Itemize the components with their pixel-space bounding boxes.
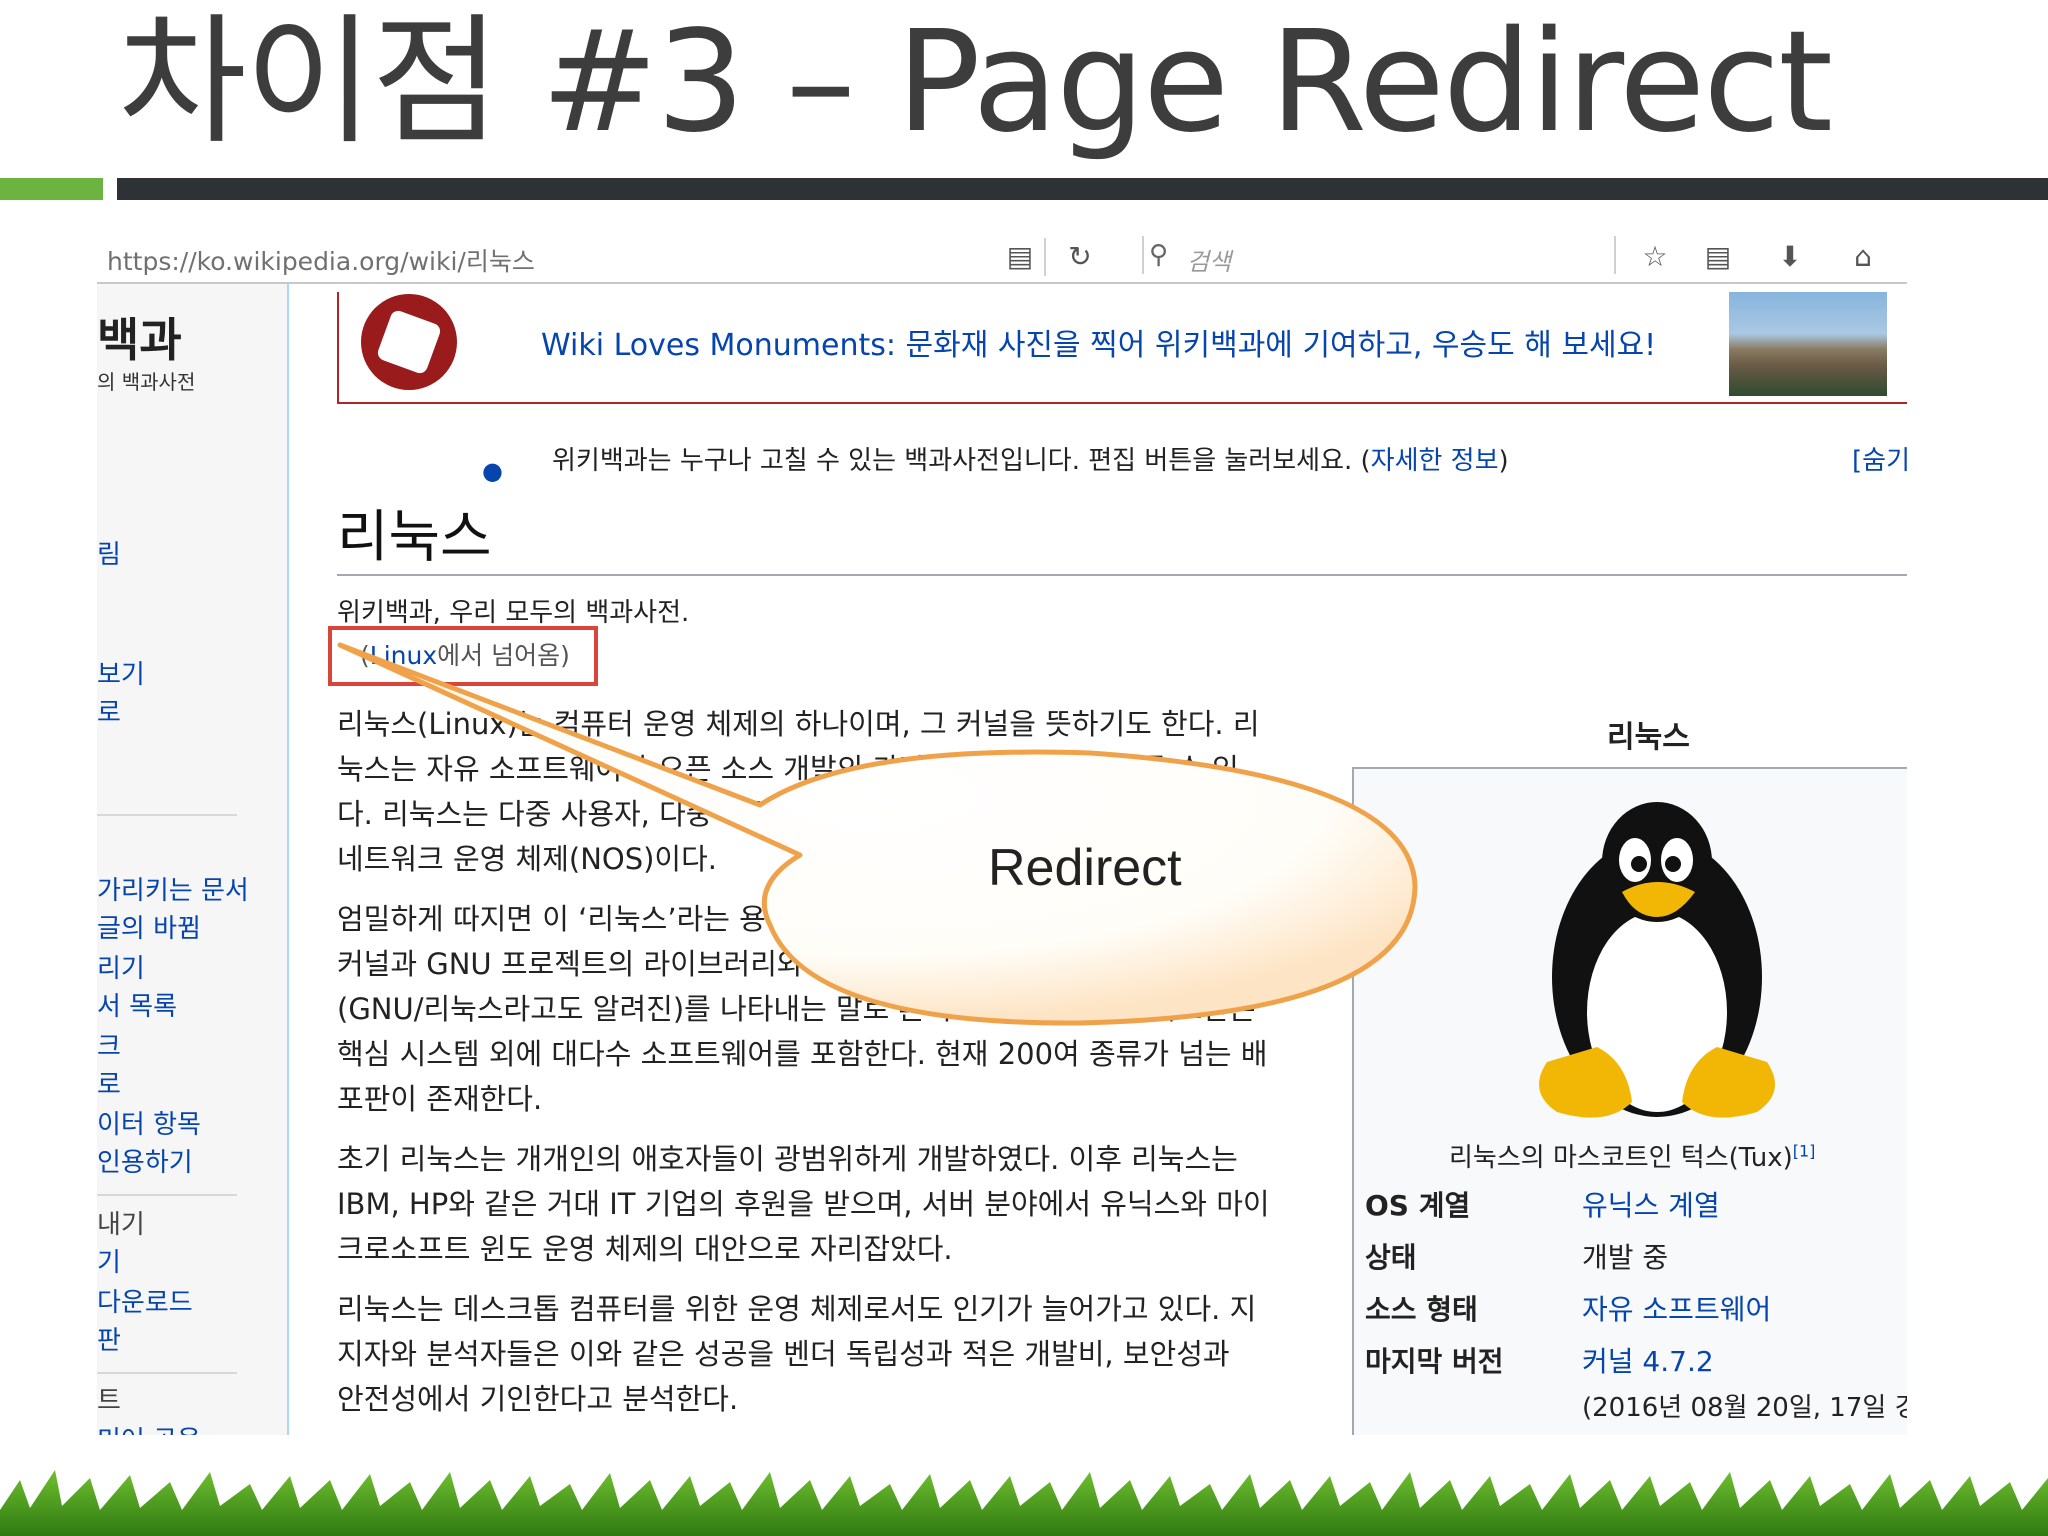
infobox-key: 소스 형태 — [1365, 1293, 1478, 1326]
castle-photo — [1729, 292, 1887, 396]
sidebar-item[interactable]: 리기 — [97, 948, 145, 985]
sidebar-divider — [97, 1372, 237, 1374]
infobox-key: OS 계열 — [1365, 1189, 1471, 1222]
sidebar-item[interactable]: 가리키는 문서 — [97, 870, 249, 907]
article-line: IBM, HP와 같은 거대 IT 기업의 후원을 받으며, 서버 분야에서 유… — [337, 1187, 1270, 1221]
article-line: 초기 리눅스는 개개인의 애호자들이 광범위하게 개발하였다. 이후 리눅스는 — [337, 1142, 1238, 1176]
grass-footer-decoration — [0, 1470, 2048, 1536]
notice-more-info-link[interactable]: 자세한 정보 — [1371, 446, 1499, 476]
reference-link[interactable]: [1] — [1793, 1141, 1816, 1160]
notice-hide-link[interactable]: [숨기 — [1852, 440, 1907, 477]
search-input[interactable]: 검색 — [1187, 242, 1231, 277]
wiki-logo[interactable]: 백과 — [97, 304, 182, 370]
page-title: 리눅스 — [337, 505, 492, 570]
sidebar-item[interactable]: 판 — [97, 1320, 121, 1357]
infobox-value[interactable]: 유닉스 계열 — [1582, 1184, 1720, 1224]
home-icon[interactable]: ⌂ — [1845, 240, 1881, 274]
sidebar-item[interactable]: 미어 공용 — [97, 1420, 201, 1435]
bullet-icon: ● — [482, 457, 503, 485]
wiki-loves-monuments-banner[interactable]: Wiki Loves Monuments: 문화재 사진을 찍어 위키백과에 기… — [337, 292, 1907, 404]
tux-penguin-image[interactable] — [1517, 792, 1797, 1132]
monuments-logo-icon — [361, 294, 457, 390]
sidebar-divider — [97, 1194, 237, 1196]
article-line: 안전성에서 기인한다고 분석한다. — [337, 1382, 739, 1416]
title-rule — [337, 574, 1907, 576]
infobox-key: 상태 — [1365, 1241, 1417, 1274]
infobox-release-date: (2016년 08월 20일, 17일 경 — [1582, 1393, 1907, 1423]
infobox-value: 개발 중 — [1582, 1241, 1669, 1274]
wiki-logo-subtitle: 의 백과사전 — [97, 370, 196, 394]
toolbar-separator — [1044, 238, 1046, 276]
infobox-value[interactable]: 자유 소프트웨어 — [1582, 1288, 1771, 1328]
sidebar-item[interactable]: 기 — [97, 1242, 121, 1279]
bookmark-star-icon[interactable]: ☆ — [1637, 240, 1673, 274]
infobox-value[interactable]: 커널 4.7.2 — [1582, 1340, 1714, 1380]
article-line: 크로소프트 윈도 운영 체제의 대안으로 자리잡았다. — [337, 1232, 953, 1266]
sidebar-item[interactable]: 트 — [97, 1380, 121, 1417]
sidebar-item[interactable]: 보기 — [97, 654, 145, 691]
reading-list-icon[interactable]: ▤ — [1700, 240, 1736, 274]
site-notice: 위키백과는 누구나 고칠 수 있는 백과사전입니다. 편집 버튼을 눌러보세요.… — [552, 446, 1509, 476]
slide-title: 차이점 #3 – Page Redirect — [118, 1, 1833, 164]
article-line: 리눅스는 데스크톱 컴퓨터를 위한 운영 체제로서도 인기가 늘어가고 있다. … — [337, 1292, 1257, 1326]
title-divider-bar — [117, 178, 2048, 200]
sidebar-item[interactable]: 로 — [97, 692, 121, 729]
reader-mode-icon[interactable]: ▤ — [1002, 240, 1038, 274]
url-text[interactable]: https://ko.wikipedia.org/wiki/리눅스 — [107, 242, 535, 278]
download-icon[interactable]: ⬇ — [1772, 240, 1808, 274]
banner-text[interactable]: Wiki Loves Monuments: 문화재 사진을 찍어 위키백과에 기… — [541, 320, 1656, 364]
sidebar-item[interactable]: 로 — [97, 1064, 121, 1101]
address-bar[interactable]: https://ko.wikipedia.org/wiki/리눅스 ▤ ↻ ⚲ … — [97, 232, 1907, 284]
infobox-title: 리눅스 — [1607, 720, 1690, 755]
reload-icon[interactable]: ↻ — [1062, 240, 1098, 274]
sidebar-item[interactable]: 내기 — [97, 1204, 145, 1241]
sidebar-item[interactable]: 인용하기 — [97, 1142, 193, 1179]
wiki-sidebar: 백과 의 백과사전 림 보기 로 가리키는 문서 글의 바뀜 리기 서 목록 크… — [97, 284, 289, 1435]
sidebar-item[interactable]: 다운로드 — [97, 1282, 193, 1319]
infobox-key: 마지막 버전 — [1365, 1345, 1504, 1378]
sidebar-item[interactable]: 글의 바뀜 — [97, 908, 201, 945]
sidebar-item[interactable]: 서 목록 — [97, 986, 177, 1023]
callout-label: Redirect — [988, 839, 1182, 897]
search-icon: ⚲ — [1149, 240, 1169, 270]
infobox-caption: 리눅스의 마스코트인 턱스(Tux)[1] — [1449, 1141, 1816, 1173]
sidebar-divider — [97, 814, 237, 816]
redirect-callout — [337, 642, 1418, 1026]
sidebar-item[interactable]: 림 — [97, 534, 121, 571]
sidebar-item[interactable]: 이터 항목 — [97, 1104, 201, 1141]
sidebar-item[interactable]: 크 — [97, 1026, 121, 1063]
title-accent-bar — [0, 178, 103, 200]
article-line: 지자와 분석자들은 이와 같은 성공을 벤더 독립성과 적은 개발비, 보안성과 — [337, 1337, 1230, 1371]
